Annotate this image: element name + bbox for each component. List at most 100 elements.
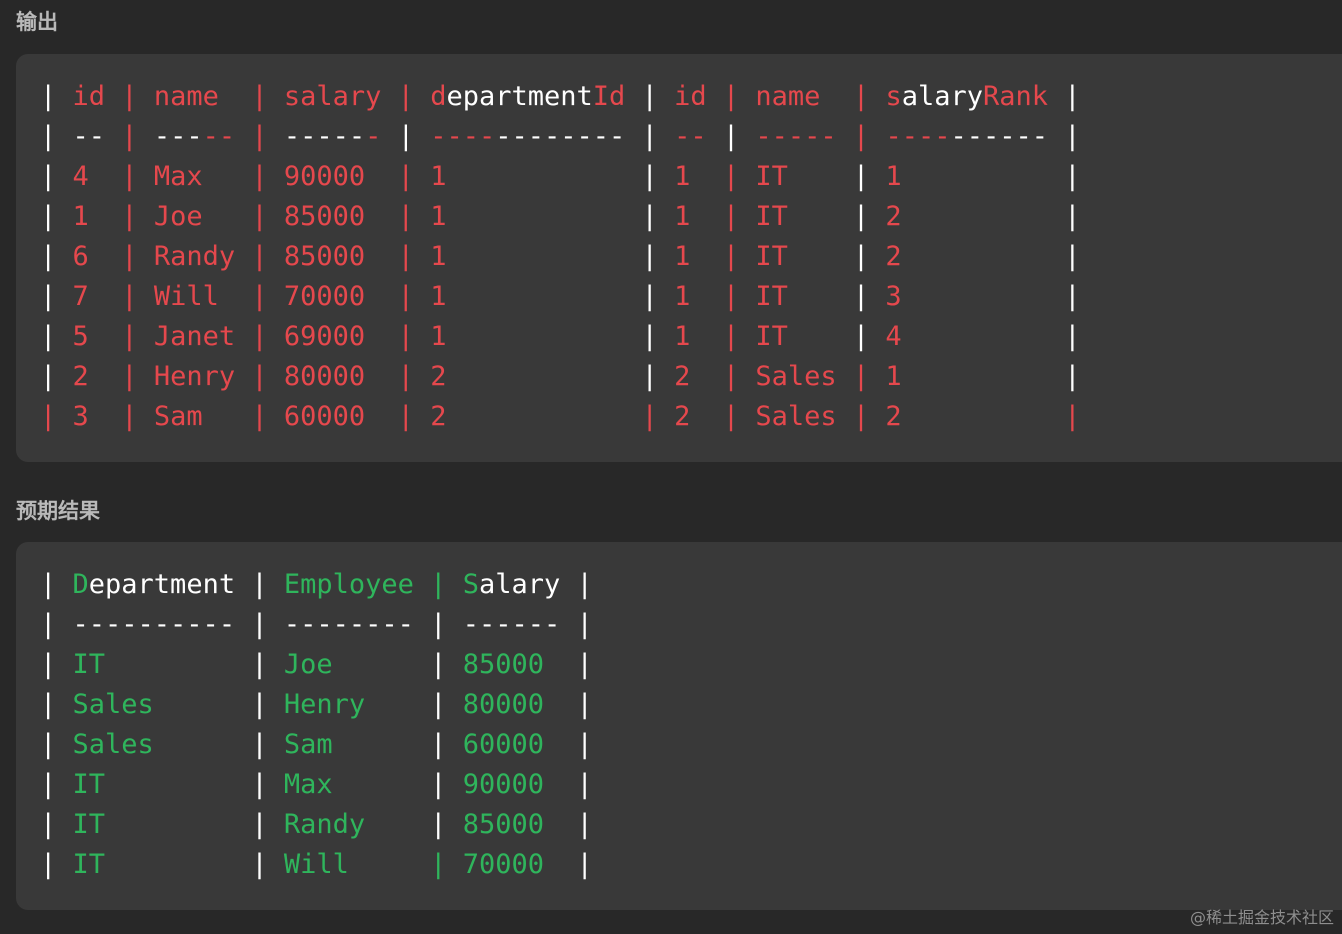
output-table-row-segment: 1 bbox=[430, 161, 626, 192]
output-table-row: | 3 | Sam | 60000 | 2 | 2 | Sales | 2 | bbox=[40, 397, 1081, 437]
output-table-row-segment: 60000 bbox=[283, 401, 382, 432]
output-table-row-segment: Rank bbox=[982, 81, 1049, 112]
output-table-row-segment: ---- bbox=[885, 121, 951, 152]
output-table-row-segment: 1 bbox=[430, 281, 626, 312]
output-table-row-segment: | bbox=[836, 401, 886, 432]
output-table-row-segment: | bbox=[706, 201, 756, 232]
output-table-row-segment: 1 bbox=[72, 201, 106, 232]
output-table-row-segment: | bbox=[235, 321, 284, 352]
output-table-row-segment: | bbox=[235, 241, 284, 272]
expected-table-row: | IT | Joe | 85000 | bbox=[40, 645, 593, 685]
output-table-row-segment: id bbox=[674, 81, 707, 112]
output-table-row-segment: | bbox=[625, 361, 675, 392]
expected-table-row-segment: Sales bbox=[72, 729, 236, 760]
output-table-row-segment: | bbox=[706, 321, 756, 352]
expected-table-row-segment: Will bbox=[283, 849, 414, 880]
output-table-row-segment: Joe bbox=[153, 201, 236, 232]
output-code-block: | id | name | salary | departmentId | id… bbox=[16, 54, 1342, 462]
expected-table-row-segment: | bbox=[235, 649, 284, 680]
expected-table-row-segment: | bbox=[413, 809, 463, 840]
output-table-row-segment: | bbox=[381, 201, 431, 232]
expected-table-row: | ---------- | -------- | ------ | bbox=[40, 605, 593, 645]
output-table-row-segment: | bbox=[105, 401, 154, 432]
output-table-row-segment: 90000 bbox=[283, 161, 382, 192]
output-table-row-segment: | bbox=[218, 81, 284, 112]
output-table-row-segment: 1 bbox=[674, 281, 707, 312]
expected-table-row-segment: | bbox=[560, 849, 593, 880]
output-table-row-segment: | bbox=[235, 361, 284, 392]
output-table-row-segment: | bbox=[836, 361, 886, 392]
expected-table-row-segment: Employee bbox=[283, 569, 414, 600]
output-table-row-segment: | bbox=[625, 401, 675, 432]
expected-table-row-segment: epartment bbox=[88, 569, 236, 600]
output-table-row-segment: | bbox=[40, 121, 73, 152]
output-table-row-segment: | bbox=[836, 281, 886, 312]
watermark-text: @稀土掘金技术社区 bbox=[1189, 908, 1334, 927]
expected-table-row-segment: | bbox=[40, 609, 73, 640]
output-table-row-segment: | bbox=[836, 201, 886, 232]
expected-table-row-segment: 85000 bbox=[462, 649, 561, 680]
expected-table-row-segment: | bbox=[413, 609, 463, 640]
output-table-row-segment: -- bbox=[72, 121, 106, 152]
output-table-row-segment: | bbox=[706, 121, 756, 152]
expected-table-row-segment: | bbox=[560, 809, 593, 840]
output-table-row-segment: 2 bbox=[430, 401, 626, 432]
output-table-row-segment: | bbox=[40, 361, 73, 392]
output-table-row-segment: | bbox=[706, 161, 756, 192]
output-table-row-segment: alary bbox=[901, 81, 983, 112]
output-table-row-segment: Id bbox=[592, 81, 626, 112]
output-table-row-segment: | bbox=[381, 161, 431, 192]
output-table-row-segment: salary bbox=[283, 81, 382, 112]
output-table-row-segment: | bbox=[105, 81, 154, 112]
output-table-row-segment: IT bbox=[755, 161, 837, 192]
output-table-row-segment: | bbox=[381, 321, 431, 352]
output-table-row-segment: | bbox=[105, 201, 154, 232]
output-section-label: 输出 bbox=[16, 10, 58, 34]
output-table-row-segment: 4 bbox=[72, 161, 106, 192]
expected-table-row-segment: Joe bbox=[283, 649, 414, 680]
output-table-row-segment: 1 bbox=[430, 201, 626, 232]
output-table-row-segment: | bbox=[105, 321, 154, 352]
output-table-row-segment: 70000 bbox=[283, 281, 382, 312]
expected-table-row-segment: alary bbox=[478, 569, 561, 600]
output-table-row-segment: | bbox=[625, 241, 675, 272]
output-table-row-segment: IT bbox=[755, 321, 837, 352]
output-table-row-segment: 1 bbox=[430, 321, 626, 352]
output-table-row-segment: 2 bbox=[885, 241, 1048, 272]
expected-table-row: | Department | Employee | Salary | bbox=[40, 565, 593, 605]
expected-table-row-segment: | bbox=[560, 769, 593, 800]
output-table-row-segment: 4 bbox=[885, 321, 1048, 352]
expected-table-row-segment: | bbox=[40, 809, 73, 840]
expected-table-row-segment: 90000 bbox=[462, 769, 561, 800]
expected-table-row-segment: S bbox=[462, 569, 479, 600]
output-table-row-segment: | bbox=[706, 81, 756, 112]
expected-table-row-segment: | bbox=[235, 769, 284, 800]
output-table-row-segment: ---- bbox=[430, 121, 496, 152]
expected-table-row-segment: D bbox=[72, 569, 89, 600]
expected-table-row-segment: | bbox=[413, 769, 463, 800]
expected-table-row: | IT | Randy | 85000 | bbox=[40, 805, 593, 845]
expected-table-row-segment: | bbox=[40, 569, 73, 600]
output-table-row-segment: | bbox=[1048, 121, 1081, 152]
output-table-row-segment: | bbox=[381, 281, 431, 312]
output-table-text: | id | name | salary | departmentId | id… bbox=[40, 77, 1081, 437]
output-table-row-segment: 2 bbox=[885, 401, 1048, 432]
output-table-row-segment: | bbox=[836, 121, 886, 152]
output-table-row-segment: 3 bbox=[72, 401, 106, 432]
output-table-row-segment: IT bbox=[755, 281, 837, 312]
expected-table-row-segment: IT bbox=[72, 809, 236, 840]
expected-table-row-segment: 80000 bbox=[462, 689, 561, 720]
expected-table-row-segment: | bbox=[235, 689, 284, 720]
expected-table-row-segment: -------- bbox=[283, 609, 414, 640]
expected-table-row-segment: | bbox=[560, 729, 593, 760]
output-table-row-segment: 2 bbox=[674, 401, 707, 432]
output-table-row-segment: | bbox=[381, 401, 431, 432]
expected-table-row-segment: | bbox=[235, 609, 284, 640]
expected-table-row: | IT | Will | 70000 | bbox=[40, 845, 593, 885]
output-table-row-segment: -------- bbox=[495, 121, 626, 152]
output-table-row-segment: Sam bbox=[153, 401, 236, 432]
output-table-row-segment: | bbox=[1047, 201, 1081, 232]
output-table-row-segment: d bbox=[430, 81, 447, 112]
expected-table-row-segment: | bbox=[235, 729, 284, 760]
output-table-row-segment: | bbox=[235, 281, 284, 312]
